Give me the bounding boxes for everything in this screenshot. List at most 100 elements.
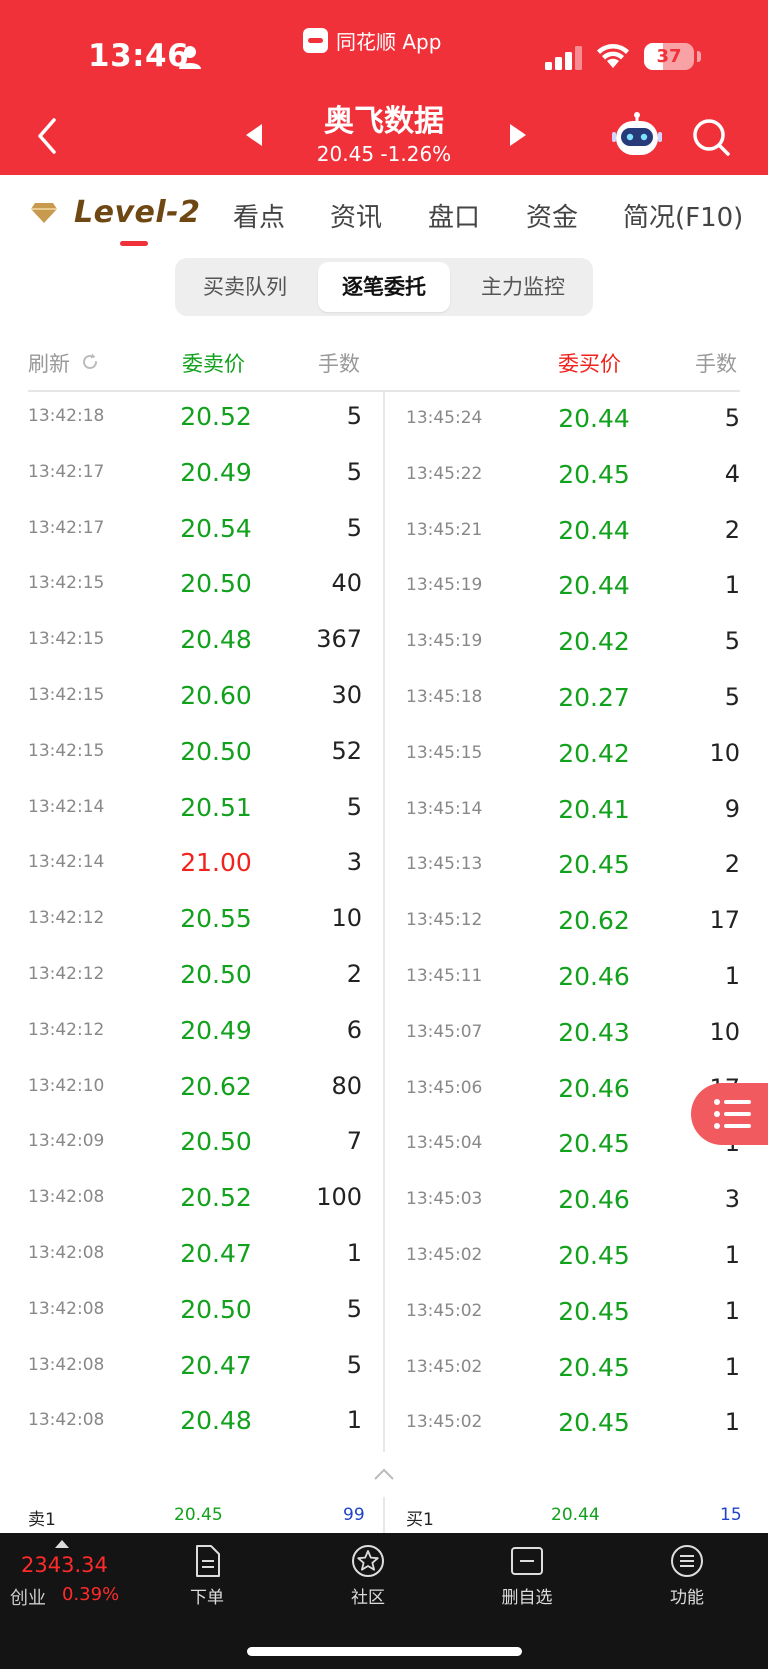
index-name: 创业	[10, 1588, 46, 1609]
order-price: 20.45	[558, 850, 630, 880]
index-up-caret-icon	[55, 1540, 69, 1548]
order-price: 20.44	[558, 515, 630, 545]
order-time: 13:45:13	[406, 854, 483, 875]
order-time: 13:45:19	[406, 631, 483, 652]
segment-tick-orders[interactable]: 逐笔委托	[318, 262, 450, 312]
order-price: 20.42	[558, 738, 630, 768]
buy-order-row: 13:45:02 20.45 1	[0, 1343, 740, 1399]
buy-order-row: 13:45:18 20.27 5	[0, 673, 740, 729]
expand-caret-icon[interactable]	[373, 1467, 395, 1481]
refresh-icon[interactable]	[80, 352, 100, 372]
order-price: 20.46	[558, 1185, 630, 1215]
buy1-volume: 15	[720, 1505, 742, 1525]
table-header: 刷新 委卖价 手数 委买价 手数	[0, 340, 768, 390]
order-time: 13:45:21	[406, 519, 483, 540]
buy-order-row: 13:45:02 20.45 1	[0, 1398, 740, 1454]
order-volume: 1	[724, 1241, 740, 1269]
buy-order-row: 13:45:14 20.41 9	[0, 785, 740, 841]
tab-f10[interactable]: 简况(F10)	[623, 197, 743, 234]
order-price: 20.45	[558, 1296, 630, 1326]
order-volume: 4	[724, 459, 740, 488]
nav-functions-label: 功能	[670, 1588, 704, 1608]
stock-quote: 20.45 -1.26%	[284, 142, 484, 166]
order-price: 20.45	[558, 1352, 630, 1382]
prev-stock-icon[interactable]	[242, 122, 266, 148]
order-time: 13:45:02	[406, 1300, 483, 1321]
order-volume: 5	[724, 404, 740, 432]
back-arrow-icon[interactable]	[32, 114, 64, 158]
wifi-icon	[597, 44, 629, 68]
order-time: 13:45:02	[406, 1356, 483, 1377]
segment-main-force[interactable]: 主力监控	[457, 262, 589, 312]
order-price: 20.45	[558, 459, 630, 489]
active-tab-indicator	[120, 241, 148, 246]
buy-price-header: 委买价	[558, 352, 621, 376]
buy-order-row: 13:45:02 20.45 1	[0, 1287, 740, 1343]
status-time: 13:46	[88, 38, 190, 74]
order-volume: 2	[724, 850, 740, 879]
order-volume: 5	[724, 683, 740, 711]
next-stock-icon[interactable]	[506, 122, 530, 148]
order-price: 20.42	[558, 627, 630, 657]
buy-order-row: 13:45:21 20.44 2	[0, 506, 740, 562]
order-price: 20.46	[558, 1073, 630, 1103]
order-price: 20.41	[558, 794, 630, 824]
order-volume: 1	[724, 1408, 740, 1437]
refresh-label[interactable]: 刷新	[28, 348, 70, 378]
order-volume: 17	[709, 906, 740, 935]
order-time: 13:45:03	[406, 1189, 483, 1210]
bottom-nav: 2343.34 创业 0.39% 下单 社区 删自选 功能	[0, 1533, 768, 1669]
buy-order-row: 13:45:24 20.44 5	[0, 394, 740, 450]
app-name: 同花顺 App	[336, 30, 442, 54]
battery-cap	[697, 51, 701, 62]
nav-community-label: 社区	[351, 1588, 385, 1608]
buy-volume-header: 手数	[695, 352, 737, 376]
floating-menu-button[interactable]	[691, 1083, 768, 1145]
best-quote-summary: 卖1 20.45 99 买1 20.44 15	[0, 1453, 768, 1533]
order-time: 13:45:02	[406, 1245, 483, 1265]
app-return-badge[interactable]: 同花顺 App	[303, 26, 441, 55]
order-volume: 1	[724, 1296, 740, 1325]
tab-level2[interactable]: Level-2	[30, 195, 200, 230]
ai-robot-icon[interactable]	[612, 112, 662, 158]
tab-level2-label: Level-2	[74, 195, 201, 230]
buy-order-row: 13:45:02 20.45 1	[0, 1231, 740, 1287]
battery-indicator: 37	[644, 43, 694, 70]
tab-kandian[interactable]: 看点	[233, 197, 285, 234]
order-volume: 1	[724, 571, 740, 600]
app-header: 13:46 同花顺 App 37 奥飞数据 20.45 -1.26%	[0, 0, 768, 175]
buy-order-row: 13:45:15 20.42 10	[0, 729, 740, 785]
buy-order-row: 13:45:07 20.43 10	[0, 1008, 740, 1064]
stock-price: 20.45	[316, 142, 375, 166]
nav-functions[interactable]: 功能	[642, 1543, 732, 1608]
buy-order-row: 13:45:22 20.45 4	[0, 450, 740, 506]
tab-funds[interactable]: 资金	[526, 197, 578, 234]
sell-price-header: 委卖价	[182, 352, 245, 376]
summary-divider	[383, 1497, 385, 1533]
nav-remove-watchlist[interactable]: 删自选	[482, 1543, 572, 1608]
order-price: 20.62	[558, 906, 630, 936]
home-indicator	[247, 1647, 522, 1656]
nav-place-order[interactable]: 下单	[162, 1543, 252, 1608]
buy-order-row: 13:45:13 20.45 2	[0, 840, 740, 896]
order-volume: 9	[724, 794, 740, 823]
tab-pankou[interactable]: 盘口	[428, 197, 480, 234]
order-volume: 10	[709, 738, 740, 767]
order-volume: 1	[724, 1352, 740, 1381]
order-view-segmented-control: 买卖队列 逐笔委托 主力监控	[175, 258, 593, 316]
buy-order-row: 13:45:19 20.42 5	[0, 617, 740, 673]
community-star-icon	[352, 1545, 384, 1577]
sell1-price: 20.45	[174, 1505, 223, 1525]
order-time: 13:45:18	[406, 687, 483, 707]
order-volume: 1	[724, 962, 740, 990]
nav-community[interactable]: 社区	[323, 1543, 413, 1608]
order-volume: 10	[709, 1017, 740, 1046]
order-time: 13:45:12	[406, 910, 483, 931]
tab-news[interactable]: 资讯	[330, 197, 382, 234]
order-time: 13:45:04	[406, 1133, 483, 1154]
order-time: 13:45:02	[406, 1412, 483, 1433]
search-icon[interactable]	[690, 116, 732, 158]
segment-order-queue[interactable]: 买卖队列	[179, 262, 311, 312]
index-change-pct: 0.39%	[62, 1584, 120, 1605]
order-price: 20.44	[558, 571, 630, 601]
